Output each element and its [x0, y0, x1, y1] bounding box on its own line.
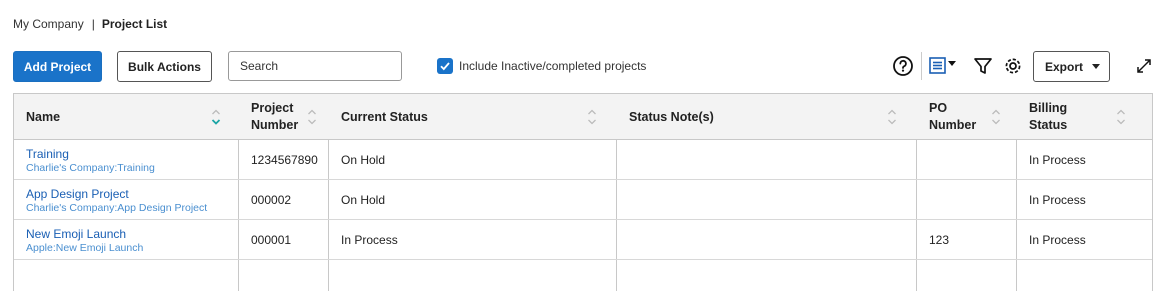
column-header-billing-status[interactable]: Billing Status: [1017, 94, 1152, 140]
column-header-label: Current Status: [341, 109, 428, 124]
project-name-link[interactable]: Training: [26, 147, 69, 161]
current-status-cell: In Process: [341, 233, 398, 247]
search-input[interactable]: [228, 51, 402, 81]
export-label: Export: [1045, 59, 1084, 74]
breadcrumb-separator: |: [91, 17, 95, 31]
project-name-link[interactable]: New Emoji Launch: [26, 227, 126, 241]
column-header-status-notes[interactable]: Status Note(s): [617, 94, 917, 140]
project-customer-path: Charlie's Company:Training: [26, 161, 155, 174]
column-header-label: Name: [26, 109, 61, 124]
breadcrumb: My Company | Project List: [13, 17, 167, 31]
billing-status-cell: In Process: [1029, 153, 1086, 167]
status-note-cell: [617, 140, 917, 180]
current-status-cell: On Hold: [341, 193, 386, 207]
project-number-cell: 000001: [251, 233, 292, 247]
name-cell: App Design Project Charlie's Company:App…: [14, 180, 239, 220]
page-title: Project List: [101, 17, 168, 31]
project-customer-path: Charlie's Company:App Design Project: [26, 201, 208, 214]
include-inactive-label: Include Inactive/completed projects: [459, 59, 647, 73]
sort-icon[interactable]: [307, 108, 317, 126]
sort-icon[interactable]: [1116, 108, 1126, 126]
checkmark-icon: [440, 62, 450, 71]
filter-icon[interactable]: [972, 55, 994, 77]
bulk-actions-button[interactable]: Bulk Actions: [117, 51, 212, 82]
name-cell: Training Charlie's Company:Training: [14, 140, 239, 180]
column-header-name[interactable]: Name: [14, 94, 239, 140]
breadcrumb-parent[interactable]: My Company: [13, 17, 84, 31]
billing-status-cell: In Process: [1029, 233, 1086, 247]
add-project-button[interactable]: Add Project: [13, 51, 102, 82]
project-name-link[interactable]: App Design Project: [26, 187, 129, 201]
sort-icon[interactable]: [587, 108, 597, 126]
include-inactive-checkbox[interactable]: [437, 58, 453, 74]
column-header-label: Project Number: [251, 101, 299, 132]
expand-icon[interactable]: [1134, 56, 1154, 76]
status-note-cell: [617, 220, 917, 260]
table-row[interactable]: Training Charlie's Company:Training 1234…: [14, 140, 1152, 180]
sort-ascending-icon[interactable]: [211, 108, 221, 126]
export-button[interactable]: Export: [1033, 51, 1110, 82]
table-row[interactable]: New Emoji Launch Apple:New Emoji Launch …: [14, 220, 1152, 260]
gear-icon[interactable]: [1002, 55, 1024, 77]
sort-icon[interactable]: [991, 108, 1001, 126]
include-inactive-toggle[interactable]: Include Inactive/completed projects: [437, 58, 646, 74]
column-header-label: Status Note(s): [629, 109, 714, 124]
toolbar: Add Project Bulk Actions Include Inactiv…: [0, 50, 1175, 82]
project-customer-path: Apple:New Emoji Launch: [26, 241, 144, 254]
table-header: Name Project Number Current Status Status…: [14, 94, 1152, 140]
help-icon[interactable]: [892, 55, 914, 77]
name-cell: New Emoji Launch Apple:New Emoji Launch: [14, 220, 239, 260]
sort-icon[interactable]: [887, 108, 897, 126]
project-number-cell: 000002: [251, 193, 292, 207]
column-header-project-number[interactable]: Project Number: [239, 94, 329, 140]
po-number-cell: [917, 180, 1017, 220]
column-header-po-number[interactable]: PO Number: [917, 94, 1017, 140]
billing-status-cell: In Process: [1029, 193, 1086, 207]
status-note-cell: [617, 180, 917, 220]
chevron-down-icon: [1092, 64, 1101, 69]
column-header-current-status[interactable]: Current Status: [329, 94, 617, 140]
project-number-cell: 1234567890: [251, 153, 318, 167]
project-table: Name Project Number Current Status Status…: [13, 93, 1153, 291]
column-view-icon[interactable]: [928, 55, 960, 77]
table-row[interactable]: App Design Project Charlie's Company:App…: [14, 180, 1152, 220]
column-header-label: PO Number: [929, 101, 977, 132]
po-number-cell: [917, 140, 1017, 180]
po-number-cell: 123: [929, 233, 950, 247]
column-header-label: Billing Status: [1029, 101, 1068, 132]
current-status-cell: On Hold: [341, 153, 386, 167]
toolbar-divider: [921, 52, 922, 80]
